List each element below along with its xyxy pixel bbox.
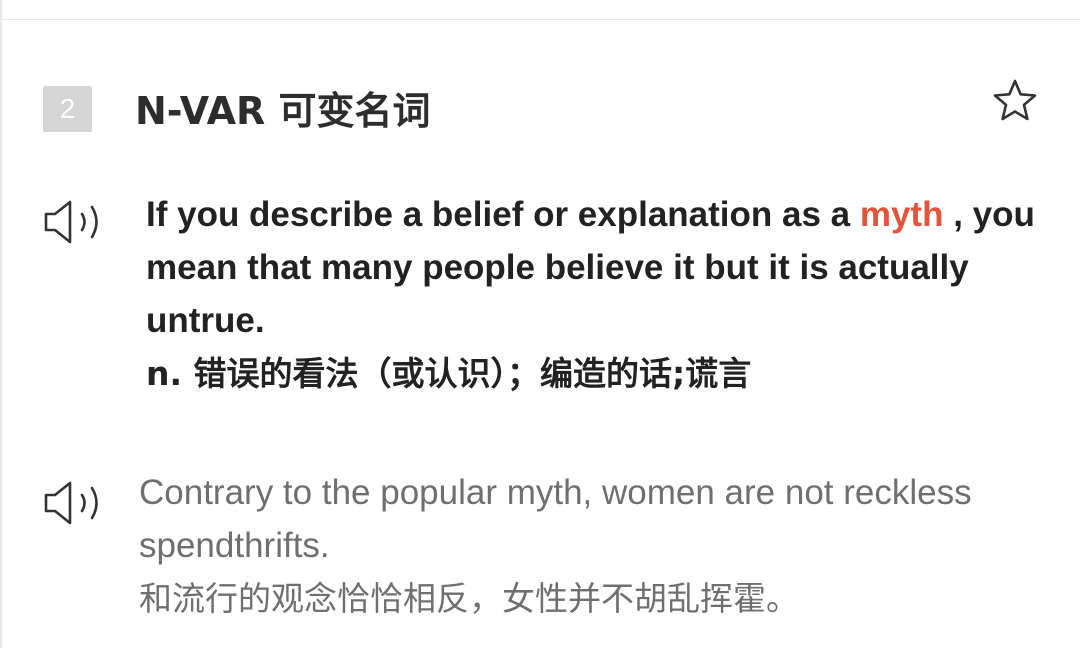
left-edge-line bbox=[0, 0, 2, 648]
definition-keyword: myth bbox=[859, 195, 944, 234]
definition-before-keyword: If you describe a belief or explanation … bbox=[146, 195, 860, 234]
star-outline-icon bbox=[993, 79, 1037, 121]
definition-translation: n. 错误的看法（或认识）；编造的话;谎言 bbox=[146, 354, 752, 393]
definition-text: If you describe a belief or explanation … bbox=[146, 188, 1046, 400]
sense-number-badge: 2 bbox=[43, 86, 92, 132]
favorite-star-button[interactable] bbox=[990, 77, 1040, 125]
part-of-speech-label: N-VAR 可变名词 bbox=[135, 89, 431, 133]
top-divider bbox=[0, 19, 1080, 20]
example-translation: 和流行的观念恰恰相反，女性并不胡乱挥霍。 bbox=[139, 579, 799, 618]
speaker-icon bbox=[44, 481, 98, 525]
example-speaker-button[interactable] bbox=[40, 478, 110, 528]
example-sentence: Contrary to the popular myth, women are … bbox=[139, 473, 972, 565]
word-sense-card: 2 N-VAR 可变名词 If you describe a belief or… bbox=[0, 0, 1080, 648]
definition-speaker-button[interactable] bbox=[40, 197, 110, 247]
example-text: Contrary to the popular myth, women are … bbox=[139, 466, 1039, 625]
speaker-icon bbox=[44, 200, 98, 244]
